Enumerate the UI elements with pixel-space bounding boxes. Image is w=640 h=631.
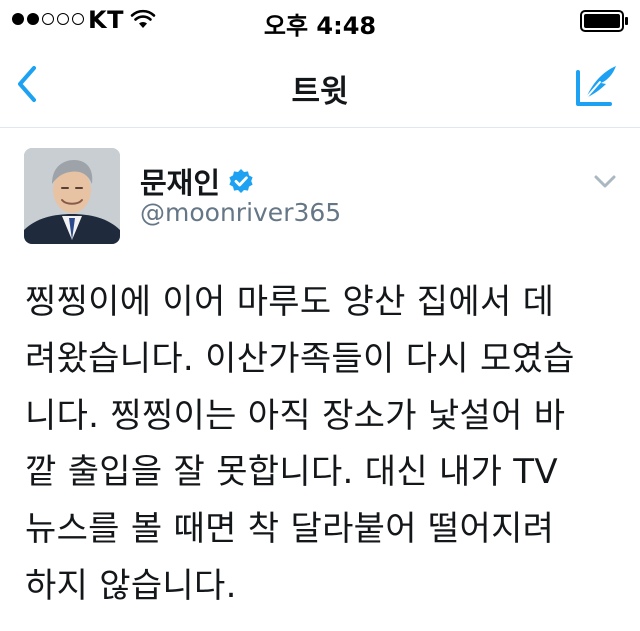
battery-icon: [580, 10, 628, 32]
compose-feather-icon[interactable]: [570, 60, 622, 112]
tweet-header: 문재인 @moonriver365: [0, 128, 640, 258]
chevron-down-icon[interactable]: [592, 170, 618, 192]
status-bar: KT 오후 4:48: [0, 0, 640, 40]
avatar[interactable]: [24, 148, 120, 244]
navigation-bar: 트윗: [0, 40, 640, 128]
author-handle[interactable]: @moonriver365: [140, 198, 341, 227]
author-display-name[interactable]: 문재인: [140, 160, 220, 202]
profile-photo: [24, 148, 120, 244]
status-time: 오후 4:48: [263, 12, 377, 40]
tweet-text: 찡찡이에 이어 마루도 양산 집에서 데 려왔습니다. 이산가족들이 다시 모였…: [25, 282, 575, 606]
page-title: 트윗: [291, 74, 349, 110]
verified-badge-icon: [229, 169, 253, 193]
chevron-left-icon[interactable]: [10, 62, 46, 106]
